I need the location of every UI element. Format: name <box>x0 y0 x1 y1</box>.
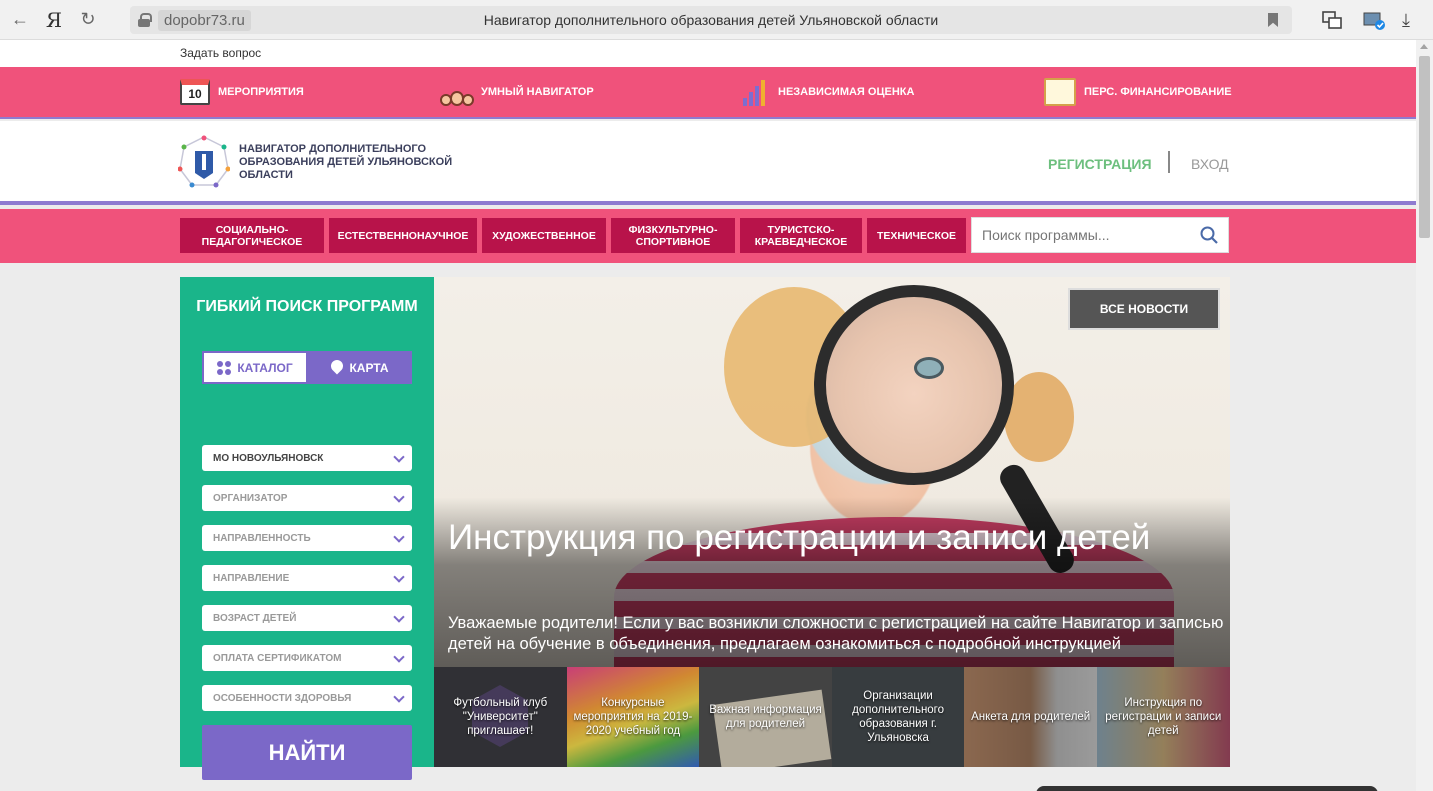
scroll-up-arrow-icon[interactable] <box>1420 44 1428 49</box>
category-natural-science[interactable]: Естественнонаучное <box>329 218 477 253</box>
nav-independent-rating-label: Независимая оценка <box>778 86 915 98</box>
news-thumb-important-info[interactable]: Важная информация для родителей <box>699 667 832 767</box>
login-link[interactable]: Вход <box>1191 156 1229 172</box>
tab-map-label: Карта <box>349 360 389 375</box>
category-arts[interactable]: Художественное <box>482 218 606 253</box>
nav-personal-funding[interactable]: Перс. финансирование <box>1044 77 1232 107</box>
lock-icon <box>138 13 152 27</box>
news-thumb-organizations[interactable]: Организации дополнительного образования … <box>831 667 965 767</box>
header-divider <box>1168 151 1170 173</box>
news-thumb-caption: Футбольный клуб "Университет" приглашает… <box>453 697 548 737</box>
tab-map[interactable]: Карта <box>308 351 412 384</box>
select-certificate-payment-value: Оплата сертификатом <box>213 652 342 664</box>
news-thumb-football[interactable]: Футбольный клуб "Университет" приглашает… <box>434 667 567 767</box>
scrollbar-thumb[interactable] <box>1419 56 1430 238</box>
page: Задать вопрос 10 Мероприятия Умный навиг… <box>0 40 1416 791</box>
search-input[interactable] <box>982 227 1192 243</box>
select-health-features[interactable]: Особенности здоровья <box>202 685 412 711</box>
nav-events[interactable]: 10 Мероприятия <box>180 77 304 107</box>
select-direction[interactable]: Направление <box>202 565 412 591</box>
nav-personal-funding-label: Перс. финансирование <box>1084 86 1232 98</box>
site-header: Навигатор дополнительного образования де… <box>0 121 1416 205</box>
address-bar[interactable]: dopobr73.ru Навигатор дополнительного об… <box>130 6 1292 34</box>
nav-smart-navigator[interactable]: Умный навигатор <box>440 77 594 107</box>
select-certificate-payment[interactable]: Оплата сертификатом <box>202 645 412 671</box>
extension-icon[interactable] <box>1362 8 1386 32</box>
select-focus-value: Направленность <box>213 532 311 544</box>
register-link[interactable]: Регистрация <box>1048 156 1152 172</box>
search-icon[interactable] <box>1200 226 1218 244</box>
chevron-down-icon <box>393 451 405 463</box>
hero-image-eye <box>914 357 944 379</box>
news-thumb-caption: Анкета для родителей <box>971 711 1091 723</box>
page-title: Навигатор дополнительного образования де… <box>483 12 939 28</box>
select-organizer[interactable]: Организатор <box>202 485 412 511</box>
top-nav: 10 Мероприятия Умный навигатор Независим… <box>0 67 1416 119</box>
chevron-down-icon <box>393 491 405 503</box>
news-thumb-caption: Важная информация для родителей <box>709 704 822 730</box>
select-child-age-value: Возраст детей <box>213 612 297 624</box>
view-toggle: Каталог Карта <box>202 351 412 384</box>
news-thumb-survey[interactable]: Анкета для родителей <box>964 667 1097 767</box>
ask-question-link[interactable]: Задать вопрос <box>180 46 261 60</box>
news-thumb-caption: Инструкция по регистрации и записи детей <box>1105 697 1222 737</box>
category-sports[interactable]: Физкультурно-спортивное <box>611 218 735 253</box>
news-thumbnails: Футбольный клуб "Университет" приглашает… <box>434 667 1230 767</box>
grid-dots-icon <box>217 360 232 375</box>
nav-events-label: Мероприятия <box>218 86 304 98</box>
category-socio-pedagogical[interactable]: Социально-педагогическое <box>180 218 324 253</box>
logo-text[interactable]: Навигатор дополнительного образования де… <box>239 143 469 182</box>
chevron-down-icon <box>393 611 405 623</box>
certificate-icon <box>1044 78 1076 106</box>
scrollbar[interactable] <box>1416 40 1433 791</box>
select-direction-value: Направление <box>213 572 290 584</box>
select-municipality-value: МО Новоульяновск <box>213 452 324 464</box>
chevron-down-icon <box>393 531 405 543</box>
calendar-icon: 10 <box>180 79 210 105</box>
hero-image-hair-right <box>1004 372 1074 462</box>
map-pin-icon <box>331 360 343 376</box>
top-strip: Задать вопрос <box>0 40 1416 67</box>
news-thumb-instruction[interactable]: Инструкция по регистрации и записи детей <box>1096 667 1230 767</box>
filter-title: Гибкий поиск программ <box>196 298 418 315</box>
chat-widget-edge[interactable] <box>1036 786 1378 791</box>
reload-icon[interactable]: ↻ <box>74 6 102 34</box>
news-thumb-contests[interactable]: Конкурсные мероприятия на 2019-2020 учеб… <box>566 667 700 767</box>
find-button[interactable]: Найти <box>202 725 412 780</box>
select-municipality[interactable]: МО Новоульяновск <box>202 445 412 471</box>
news-slider[interactable]: Все новости Инструкция по регистрации и … <box>434 277 1230 667</box>
yandex-logo-icon[interactable]: Я <box>40 6 68 34</box>
hero-text: Уважаемые родители! Если у вас возникли … <box>448 614 1224 653</box>
chevron-down-icon <box>393 571 405 583</box>
download-icon[interactable]: ⤓ <box>1394 8 1418 32</box>
chevron-down-icon <box>393 691 405 703</box>
flexible-search-panel: Гибкий поиск программ Каталог Карта МО Н… <box>180 277 434 780</box>
hero-title[interactable]: Инструкция по регистрации и записи детей <box>448 520 1208 556</box>
translate-icon[interactable] <box>1320 8 1344 32</box>
people-icon <box>440 78 474 106</box>
select-focus[interactable]: Направленность <box>202 525 412 551</box>
all-news-button[interactable]: Все новости <box>1068 288 1220 330</box>
bookmark-icon[interactable] <box>1268 13 1278 27</box>
browser-toolbar: ← Я ↻ dopobr73.ru Навигатор дополнительн… <box>0 0 1433 40</box>
tab-catalog[interactable]: Каталог <box>202 351 308 384</box>
back-arrow-icon[interactable]: ← <box>6 6 34 34</box>
category-bar: Социально-педагогическое Естественнонауч… <box>0 209 1416 263</box>
select-health-features-value: Особенности здоровья <box>213 692 352 704</box>
tab-catalog-label: Каталог <box>237 360 293 375</box>
site-logo-icon[interactable] <box>178 135 230 189</box>
select-organizer-value: Организатор <box>213 492 288 504</box>
chart-icon <box>738 78 770 106</box>
news-thumb-caption: Конкурсные мероприятия на 2019-2020 учеб… <box>573 697 693 737</box>
category-tourism[interactable]: Туристско-краеведческое <box>740 218 862 253</box>
chevron-down-icon <box>393 651 405 663</box>
url-domain[interactable]: dopobr73.ru <box>158 9 251 31</box>
category-technical[interactable]: Техническое <box>867 218 966 253</box>
news-thumb-caption: Организации дополнительного образования … <box>852 690 945 744</box>
nav-smart-navigator-label: Умный навигатор <box>481 86 594 98</box>
magnifier-image <box>814 285 1014 485</box>
select-child-age[interactable]: Возраст детей <box>202 605 412 631</box>
program-search <box>971 217 1229 253</box>
nav-independent-rating[interactable]: Независимая оценка <box>738 77 914 107</box>
